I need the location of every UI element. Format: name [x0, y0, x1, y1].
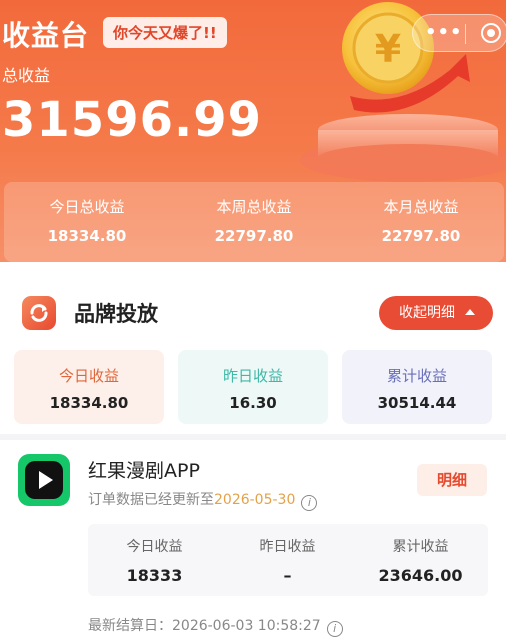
box-label: 昨日收益: [222, 367, 283, 385]
stat-value: 22797.80: [381, 227, 461, 245]
stat-label: 今日总收益: [49, 198, 125, 216]
brand-yesterday-box: 昨日收益 16.30: [178, 350, 328, 424]
brand-today-box: 今日收益 18334.80: [14, 350, 164, 424]
stat-label: 累计收益: [392, 539, 449, 555]
svg-text:¥: ¥: [375, 27, 401, 71]
box-value: 16.30: [229, 394, 277, 412]
update-date: 2026-05-30: [214, 492, 296, 508]
app-yesterday-stat: 昨日收益 –: [221, 536, 354, 585]
stat-value: 18333: [126, 566, 183, 585]
brand-cumulative-box: 累计收益 30514.44: [342, 350, 492, 424]
collapse-label: 收起明细: [399, 305, 455, 321]
triangle-up-icon: [465, 309, 475, 315]
box-label: 累计收益: [386, 367, 447, 385]
app-name: 红果漫剧APP: [88, 460, 200, 482]
stat-label: 本月总收益: [383, 198, 459, 216]
today-total-stat: 今日总收益 18334.80: [4, 196, 170, 245]
stat-value: 23646.00: [378, 566, 463, 585]
settlement-text: 最新结算日：2026-06-03 10:58:27: [88, 618, 321, 634]
box-value: 30514.44: [377, 394, 457, 412]
app-title: 收益台: [2, 19, 90, 52]
total-income-value: 31596.99: [2, 92, 263, 148]
box-value: 18334.80: [49, 394, 129, 412]
month-total-stat: 本月总收益 22797.80: [338, 196, 504, 245]
app-logo-icon: [18, 454, 70, 506]
stat-label: 今日收益: [126, 539, 183, 555]
stat-value: 18334.80: [47, 227, 127, 245]
section-divider: [0, 434, 506, 440]
more-icon[interactable]: •••: [425, 22, 463, 43]
stat-value: 22797.80: [214, 227, 294, 245]
settlement-date: 最新结算日：2026-06-03 10:58:27 i: [88, 615, 343, 637]
app-today-stat: 今日收益 18333: [88, 536, 221, 585]
update-prefix: 订单数据已经更新至: [88, 492, 214, 508]
app-cumulative-stat: 累计收益 23646.00: [354, 536, 487, 585]
close-miniprogram-icon[interactable]: [481, 23, 501, 43]
period-stats-bar: 今日总收益 18334.80 本周总收益 22797.80 本月总收益 2279…: [4, 182, 504, 262]
stat-label: 昨日收益: [259, 539, 316, 555]
app-update-text: 订单数据已经更新至2026-05-30 i: [88, 489, 318, 511]
total-income-label: 总收益: [2, 66, 51, 85]
play-icon: [39, 471, 53, 489]
stat-label: 本周总收益: [216, 198, 292, 216]
slogan-badge: 你今天又爆了!!: [103, 17, 227, 48]
box-label: 今日收益: [58, 367, 119, 385]
mini-program-capsule[interactable]: •••: [412, 14, 506, 52]
collapse-details-button[interactable]: 收起明细: [379, 296, 493, 330]
detail-button[interactable]: 明细: [417, 464, 487, 496]
stat-value: –: [283, 566, 292, 585]
week-total-stat: 本周总收益 22797.80: [171, 196, 337, 245]
info-icon[interactable]: i: [301, 495, 318, 511]
header: 收益台 你今天又爆了!! ¥ ••• 总收益 31596.99 今日总收益 18…: [0, 0, 506, 270]
brand-refresh-icon: [22, 296, 56, 330]
page: 收益台 你今天又爆了!! ¥ ••• 总收益 31596.99 今日总收益 18…: [0, 0, 506, 639]
brand-section-title: 品牌投放: [74, 302, 158, 326]
capsule-divider: [465, 24, 466, 44]
info-icon[interactable]: i: [326, 621, 343, 637]
app-stats-panel: 今日收益 18333 昨日收益 – 累计收益 23646.00: [88, 524, 488, 596]
